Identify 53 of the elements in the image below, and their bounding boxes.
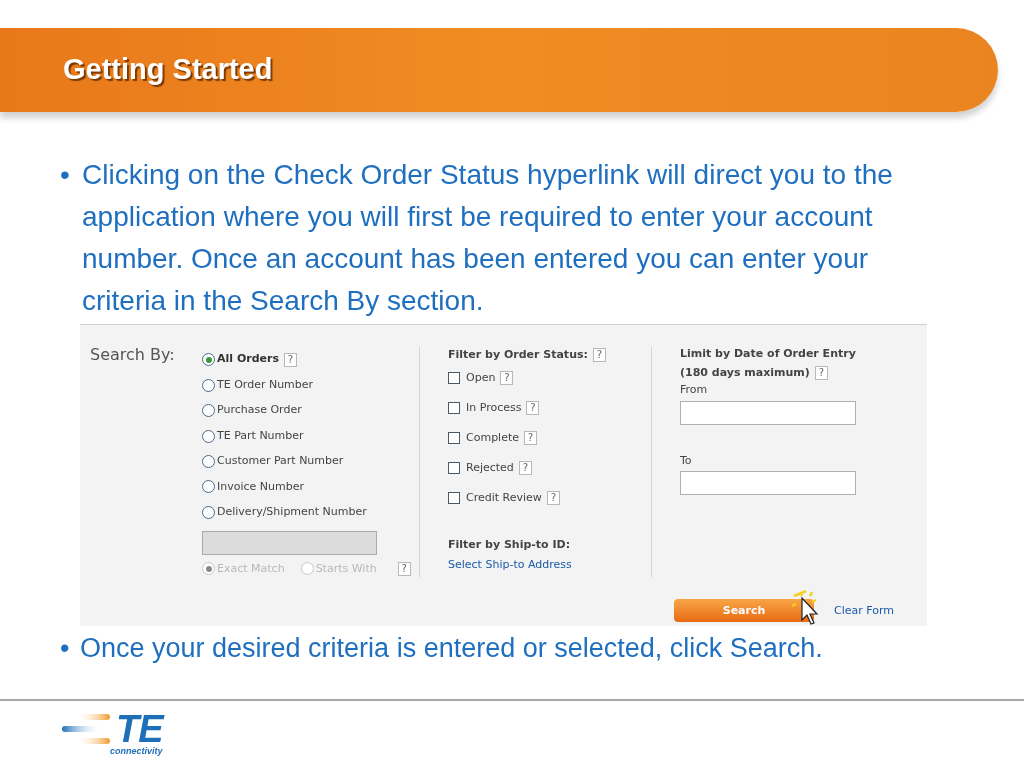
checkbox-label: Credit Review bbox=[466, 489, 542, 506]
help-icon[interactable]: ? bbox=[814, 365, 828, 380]
radio-button[interactable] bbox=[202, 480, 215, 494]
radio-label: Customer Part Number bbox=[217, 453, 344, 470]
checkbox-label: Rejected bbox=[466, 459, 514, 476]
checkbox[interactable] bbox=[448, 432, 460, 444]
radio-button[interactable] bbox=[202, 505, 215, 519]
radio-button[interactable] bbox=[202, 455, 215, 469]
logo-stripes-icon bbox=[62, 714, 110, 744]
radio-label: Exact Match bbox=[217, 560, 285, 577]
help-icon[interactable]: ? bbox=[546, 491, 560, 505]
to-date-field[interactable] bbox=[680, 471, 856, 495]
bullet-marker: • bbox=[60, 632, 71, 665]
radio-label: Invoice Number bbox=[217, 478, 304, 495]
ship-to-link[interactable]: Select Ship-to Address bbox=[448, 556, 651, 573]
date-limit-label: Limit by Date of Order Entry bbox=[680, 346, 857, 362]
radio-label: All Orders bbox=[217, 351, 279, 368]
ship-to-label: Filter by Ship-to ID: bbox=[448, 537, 572, 553]
radio-button[interactable] bbox=[202, 353, 215, 367]
logo-tagline: connectivity bbox=[110, 745, 163, 757]
radio-button[interactable] bbox=[202, 429, 215, 443]
radio-button[interactable] bbox=[202, 404, 215, 418]
checkbox[interactable] bbox=[448, 462, 460, 474]
help-icon[interactable]: ? bbox=[526, 401, 540, 415]
help-icon[interactable]: ? bbox=[524, 431, 537, 445]
radio-label: TE Part Number bbox=[217, 427, 304, 444]
checkbox[interactable] bbox=[448, 402, 460, 414]
bullet-text: Once your desired criteria is entered or selected, click Search. bbox=[80, 632, 823, 665]
checkbox-label: Complete bbox=[466, 429, 519, 446]
radio-label: Delivery/Shipment Number bbox=[217, 504, 367, 521]
help-icon[interactable]: ? bbox=[500, 371, 514, 385]
search-by-label: Search By: bbox=[90, 347, 176, 366]
status-filter-label: Filter by Order Status: bbox=[448, 346, 588, 363]
bullet-text: Clicking on the Check Order Status hyperlink will direct you to the application where you will first be required to enter your account number. Once an account has been entered you can enter your criteria in the Search By section. bbox=[82, 158, 894, 318]
radio-label: Starts With bbox=[315, 560, 377, 577]
bullet-marker: • bbox=[60, 158, 71, 192]
checkbox-label: In Process bbox=[466, 399, 522, 416]
checkbox[interactable] bbox=[448, 492, 460, 504]
help-icon[interactable]: ? bbox=[518, 461, 532, 475]
radio-button[interactable] bbox=[202, 378, 215, 392]
date-limit-note: (180 days maximum) bbox=[680, 365, 810, 381]
from-label: From bbox=[680, 382, 709, 398]
checkbox-label: Open bbox=[466, 369, 496, 386]
clear-form-link[interactable]: Clear Form bbox=[834, 602, 894, 619]
to-label: To bbox=[680, 452, 693, 469]
radio-label: Purchase Order bbox=[217, 402, 302, 419]
help-icon[interactable]: ? bbox=[592, 348, 606, 362]
help-icon[interactable]: ? bbox=[283, 352, 297, 367]
logo-wordmark: TE bbox=[115, 713, 163, 745]
slide-title: Getting Started bbox=[63, 52, 273, 88]
radio-label: TE Order Number bbox=[217, 376, 314, 393]
checkbox[interactable] bbox=[448, 372, 460, 384]
from-date-field[interactable] bbox=[680, 400, 856, 425]
